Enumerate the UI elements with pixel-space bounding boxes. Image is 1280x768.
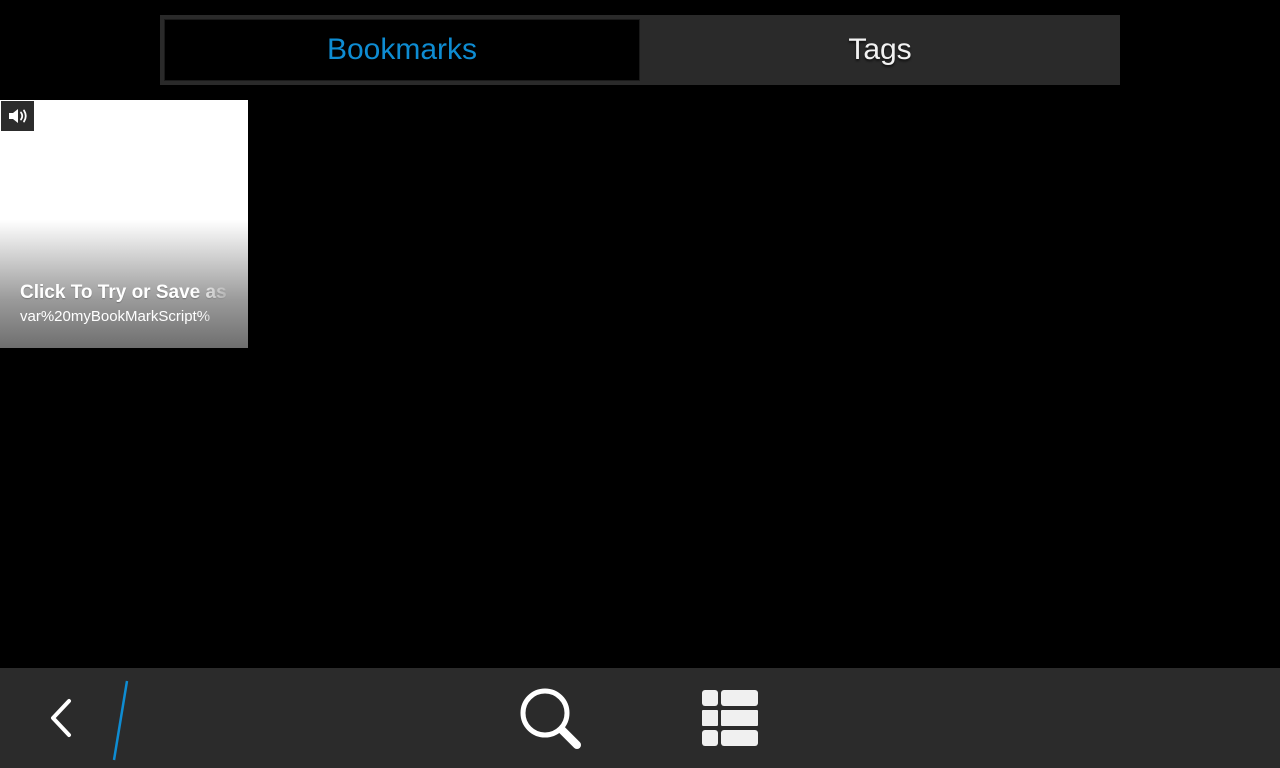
chevron-left-icon bbox=[51, 699, 71, 737]
tab-tags[interactable]: Tags bbox=[640, 15, 1120, 85]
back-button[interactable] bbox=[30, 668, 94, 768]
tab-bookmarks[interactable]: Bookmarks bbox=[164, 19, 640, 81]
bookmark-tile[interactable]: Click To Try or Save as var%20myBookMark… bbox=[0, 100, 248, 348]
tab-tags-label: Tags bbox=[848, 33, 912, 66]
bookmark-url: var%20myBookMarkScript% bbox=[20, 308, 211, 325]
search-icon bbox=[520, 688, 581, 749]
list-view-button[interactable] bbox=[690, 678, 770, 758]
speaker-icon bbox=[1, 101, 34, 131]
back-divider bbox=[112, 680, 129, 761]
segmented-tabs: Bookmarks Tags bbox=[160, 15, 1120, 85]
bookmarks-screen: Bookmarks Tags Click To Try or Save as v… bbox=[0, 0, 1280, 768]
tab-bookmarks-label: Bookmarks bbox=[326, 33, 478, 66]
list-view-icon bbox=[702, 690, 758, 746]
bookmark-title: Click To Try or Save as bbox=[20, 282, 227, 303]
search-button[interactable] bbox=[510, 678, 590, 758]
action-bar bbox=[0, 668, 1280, 768]
